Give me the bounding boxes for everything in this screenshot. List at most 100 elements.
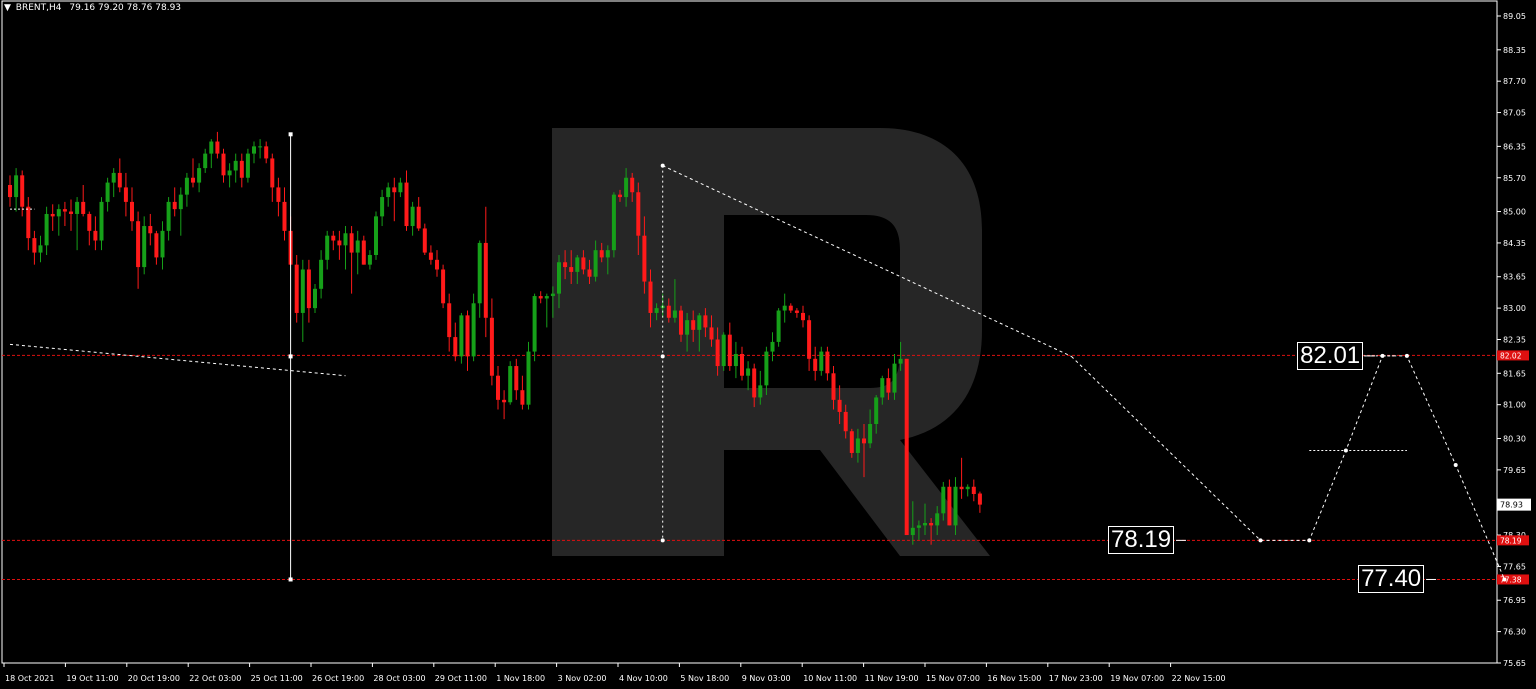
candle-body xyxy=(435,259,439,270)
candle-body xyxy=(910,527,915,536)
candle-body xyxy=(184,177,189,195)
candle-body xyxy=(611,194,616,251)
candle-body xyxy=(520,390,525,405)
candle-body xyxy=(264,146,269,159)
candle-body xyxy=(874,397,879,424)
x-tick-label: 17 Nov 23:00 xyxy=(1049,674,1103,683)
candle-body xyxy=(239,160,244,178)
candle-body xyxy=(892,363,897,393)
candle-body xyxy=(300,269,305,313)
candle-body xyxy=(245,153,250,178)
candle-body xyxy=(81,201,86,214)
candle-body xyxy=(532,296,537,352)
candle-body xyxy=(209,141,214,154)
candle-body xyxy=(160,230,165,258)
candle-body xyxy=(276,187,281,202)
symbol-label: BRENT,H4 xyxy=(15,3,62,13)
candle-body xyxy=(8,184,12,198)
candle-body xyxy=(197,168,202,183)
x-tick-label: 5 Nov 18:00 xyxy=(680,674,729,683)
x-tick-label: 16 Nov 15:00 xyxy=(987,674,1041,683)
candle-body xyxy=(233,160,238,171)
candle-body xyxy=(166,201,171,231)
marker-point xyxy=(660,354,665,359)
candle-body xyxy=(258,146,263,148)
candle-body xyxy=(837,399,842,412)
x-tick-label: 22 Oct 03:00 xyxy=(189,674,241,683)
candle-body xyxy=(26,206,31,239)
candle-body xyxy=(599,250,604,258)
candle-body xyxy=(691,320,696,330)
candle-body xyxy=(593,250,598,277)
candle-body xyxy=(306,269,311,309)
x-tick-label: 19 Oct 11:00 xyxy=(66,674,118,683)
candle-body xyxy=(971,486,976,495)
candle-body xyxy=(569,267,574,272)
candle-body xyxy=(776,310,781,342)
x-tick-label: 26 Oct 19:00 xyxy=(312,674,364,683)
y-tick-label: 77.65 xyxy=(1503,562,1526,571)
forecast-point xyxy=(1453,463,1458,468)
y-tick-label: 81.65 xyxy=(1503,369,1526,378)
dotted-trend-line xyxy=(1071,356,1261,541)
candle-body xyxy=(386,187,391,198)
candle-body xyxy=(32,238,37,253)
price-annotation: 78.19 xyxy=(1108,526,1175,555)
x-tick-label: 3 Nov 02:00 xyxy=(558,674,607,683)
candle-body xyxy=(709,327,714,340)
candle-body xyxy=(746,368,751,376)
candle-body xyxy=(642,235,647,282)
candle-body xyxy=(904,358,909,536)
candle-body xyxy=(672,310,677,318)
candle-body xyxy=(50,213,55,217)
y-tick-label: 75.65 xyxy=(1503,659,1526,668)
candle-body xyxy=(148,226,153,234)
level-price-label: 82.02 xyxy=(1500,351,1522,360)
y-tick-label: 83.65 xyxy=(1503,273,1526,282)
candle-body xyxy=(813,358,818,371)
forecast-point xyxy=(1502,577,1507,582)
candle-body xyxy=(605,250,610,258)
candle-body xyxy=(111,172,116,183)
symbol-dropdown-icon[interactable]: ▼ xyxy=(4,3,11,13)
price-annotation: 82.01 xyxy=(1297,341,1364,370)
x-tick-label: 15 Nov 07:00 xyxy=(926,674,980,683)
candle-body xyxy=(38,245,43,253)
x-tick-label: 19 Nov 07:00 xyxy=(1110,674,1164,683)
candle-body xyxy=(923,522,927,526)
candle-body xyxy=(374,216,378,256)
candle-body xyxy=(319,259,324,289)
candle-body xyxy=(367,255,372,265)
candle-body xyxy=(459,315,464,357)
y-tick-label: 86.35 xyxy=(1503,142,1526,151)
candle-body xyxy=(703,315,708,328)
candle-body xyxy=(453,337,458,357)
forecast-path xyxy=(1260,355,1505,580)
candle-body xyxy=(544,296,549,299)
x-tick-label: 9 Nov 03:00 xyxy=(742,674,791,683)
candle-body xyxy=(898,358,903,364)
candle-body xyxy=(471,303,476,357)
candle-body xyxy=(380,197,385,217)
candle-body xyxy=(929,522,934,526)
candle-body xyxy=(313,288,317,309)
candle-body xyxy=(758,385,763,398)
candle-body xyxy=(947,486,952,526)
candle-body xyxy=(447,303,452,338)
candle-body xyxy=(227,170,232,176)
candle-body xyxy=(69,211,73,214)
candle-body xyxy=(221,153,226,176)
candle-body xyxy=(819,351,824,371)
candle-body xyxy=(361,240,366,265)
marker-point xyxy=(660,538,665,543)
candle-body xyxy=(62,209,67,212)
dotted-trend-line xyxy=(662,165,1072,357)
candle-body xyxy=(764,351,769,386)
candle-body xyxy=(99,201,104,241)
candle-body xyxy=(575,257,580,272)
candle-body xyxy=(20,175,25,207)
candle-body xyxy=(630,177,635,193)
y-tick-label: 81.00 xyxy=(1503,401,1526,410)
y-tick-label: 85.00 xyxy=(1503,208,1526,217)
y-tick-label: 80.30 xyxy=(1503,434,1526,443)
